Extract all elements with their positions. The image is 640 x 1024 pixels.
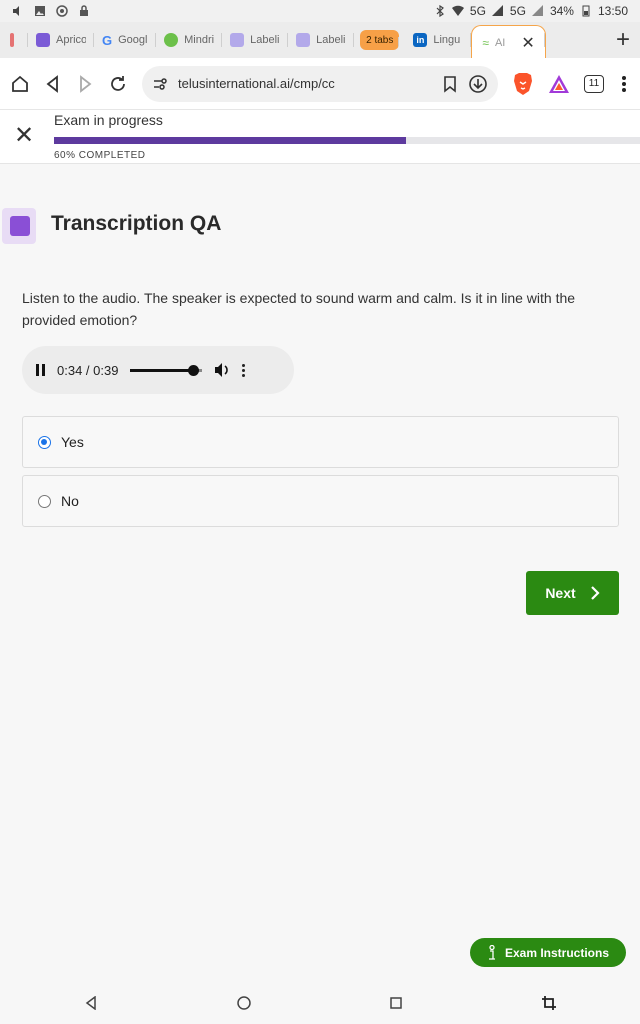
signal-icon (531, 5, 543, 16)
instructions-label: Exam Instructions (504, 945, 610, 960)
close-exam-icon[interactable]: ✕ (14, 124, 34, 148)
nav-home-button[interactable] (233, 992, 255, 1014)
tab-label: Aprico (56, 34, 86, 46)
next-button[interactable]: Next (526, 571, 619, 615)
tab-label: Labeli (316, 34, 346, 46)
exam-status-title: Exam in progress (54, 112, 163, 128)
rewards-triangle-icon (549, 74, 569, 93)
forward-icon (80, 74, 92, 93)
tab-label: Labeli (250, 34, 280, 46)
transcription-section-icon (2, 208, 36, 244)
download-icon[interactable] (468, 74, 488, 94)
network-label-2: 5G (509, 4, 526, 18)
info-icon (488, 944, 495, 960)
crop-icon (542, 996, 556, 1010)
brave-lion-icon (514, 72, 532, 95)
exam-header: ✕ Exam in progress 60% COMPLETED (0, 110, 640, 164)
nav-home-icon (237, 996, 251, 1010)
browser-menu-button[interactable] (618, 72, 630, 96)
back-button[interactable] (44, 72, 62, 96)
battery-icon (582, 5, 590, 17)
tab-label: AI (494, 36, 506, 49)
telus-icon: ≈ (482, 35, 489, 50)
labelbox-icon (296, 33, 311, 47)
progress-fill (54, 137, 406, 144)
volume-icon[interactable] (214, 362, 230, 378)
question-text: Listen to the audio. The speaker is expe… (22, 290, 576, 328)
tab-count: 11 (584, 74, 604, 93)
signal-icon (491, 5, 503, 16)
next-label: Next (545, 585, 576, 601)
tab-partial[interactable] (10, 26, 28, 54)
section-title: Transcription QA (51, 212, 222, 235)
system-nav-bar (0, 982, 640, 1024)
nav-back-icon (85, 996, 96, 1010)
option-label: Yes (61, 434, 84, 450)
brave-shields-button[interactable] (512, 72, 534, 96)
record-icon (56, 5, 68, 17)
tab-group-2-tabs[interactable]: 2 tabs (360, 30, 400, 50)
address-bar[interactable]: telusinternational.ai/cmp/cc (142, 65, 498, 102)
clock: 13:50 (597, 4, 628, 18)
url-text: telusinternational.ai/cmp/cc (178, 76, 335, 91)
bookmark-icon[interactable] (442, 75, 458, 93)
option-yes[interactable]: Yes (22, 416, 619, 468)
exam-progress-bar (54, 137, 640, 144)
tab-active-telus[interactable]: ≈ AI ✕ (471, 25, 546, 59)
site-settings-icon[interactable] (152, 76, 168, 92)
browser-toolbar: telusinternational.ai/cmp/cc 11 (0, 58, 640, 110)
forward-button[interactable] (76, 72, 94, 96)
nav-screenshot-button[interactable] (538, 992, 560, 1014)
progress-label: 60% COMPLETED (54, 150, 146, 161)
home-button[interactable] (10, 72, 30, 96)
tab-linkedin[interactable]: in Lingu (405, 26, 472, 54)
pause-icon[interactable] (36, 364, 45, 376)
audio-player: 0:34 / 0:39 (22, 346, 294, 394)
audio-time: 0:34 / 0:39 (57, 362, 119, 378)
linkedin-icon: in (413, 33, 428, 47)
nav-recents-button[interactable] (385, 992, 407, 1014)
status-bar: 5G 5G 34% 13:50 (0, 0, 640, 22)
back-icon (46, 74, 58, 93)
nav-back-button[interactable] (80, 992, 102, 1014)
tab-strip: Aprico G Googl Mindri Labeli Labeli 2 ta… (0, 22, 640, 59)
home-icon (12, 75, 28, 92)
brave-rewards-button[interactable] (548, 72, 570, 96)
new-tab-button[interactable]: + (616, 26, 630, 54)
nav-recents-icon (390, 997, 402, 1009)
battery-percent: 34% (549, 4, 574, 18)
volume-icon (13, 6, 19, 16)
tab-label: Googl (118, 34, 148, 46)
more-vert-icon (622, 75, 626, 92)
tab-label: Mindri (184, 34, 215, 46)
exam-instructions-button[interactable]: Exam Instructions (470, 938, 626, 967)
tab-labelbox-2[interactable]: Labeli (288, 26, 355, 54)
image-icon (35, 6, 45, 16)
bluetooth-icon (436, 5, 444, 17)
audio-seek-bar[interactable] (130, 364, 203, 376)
seek-handle[interactable] (188, 364, 200, 376)
tab-labelbox-1[interactable]: Labeli (222, 26, 289, 54)
reload-icon (111, 75, 125, 91)
option-no[interactable]: No (22, 475, 619, 527)
tab-switcher-button[interactable]: 11 (584, 72, 604, 96)
labelbox-icon (230, 33, 245, 47)
reload-button[interactable] (108, 72, 128, 96)
network-label: 5G (469, 4, 486, 18)
option-label: No (61, 493, 79, 509)
radio-button[interactable] (38, 435, 51, 449)
audio-more-icon[interactable] (242, 363, 246, 377)
list-icon (36, 33, 50, 47)
lock-icon (80, 5, 88, 16)
tab-label: Lingu (433, 34, 461, 46)
mindrift-icon (164, 33, 179, 47)
tab-mindrift[interactable]: Mindri (156, 26, 223, 54)
wifi-icon (451, 5, 464, 16)
tab-google[interactable]: G Googl (94, 26, 157, 54)
google-icon: G (102, 33, 113, 48)
radio-button[interactable] (38, 494, 51, 508)
close-tab-icon[interactable]: ✕ (521, 33, 534, 53)
chevron-right-icon (590, 586, 600, 600)
tab-aprico[interactable]: Aprico (28, 26, 94, 54)
